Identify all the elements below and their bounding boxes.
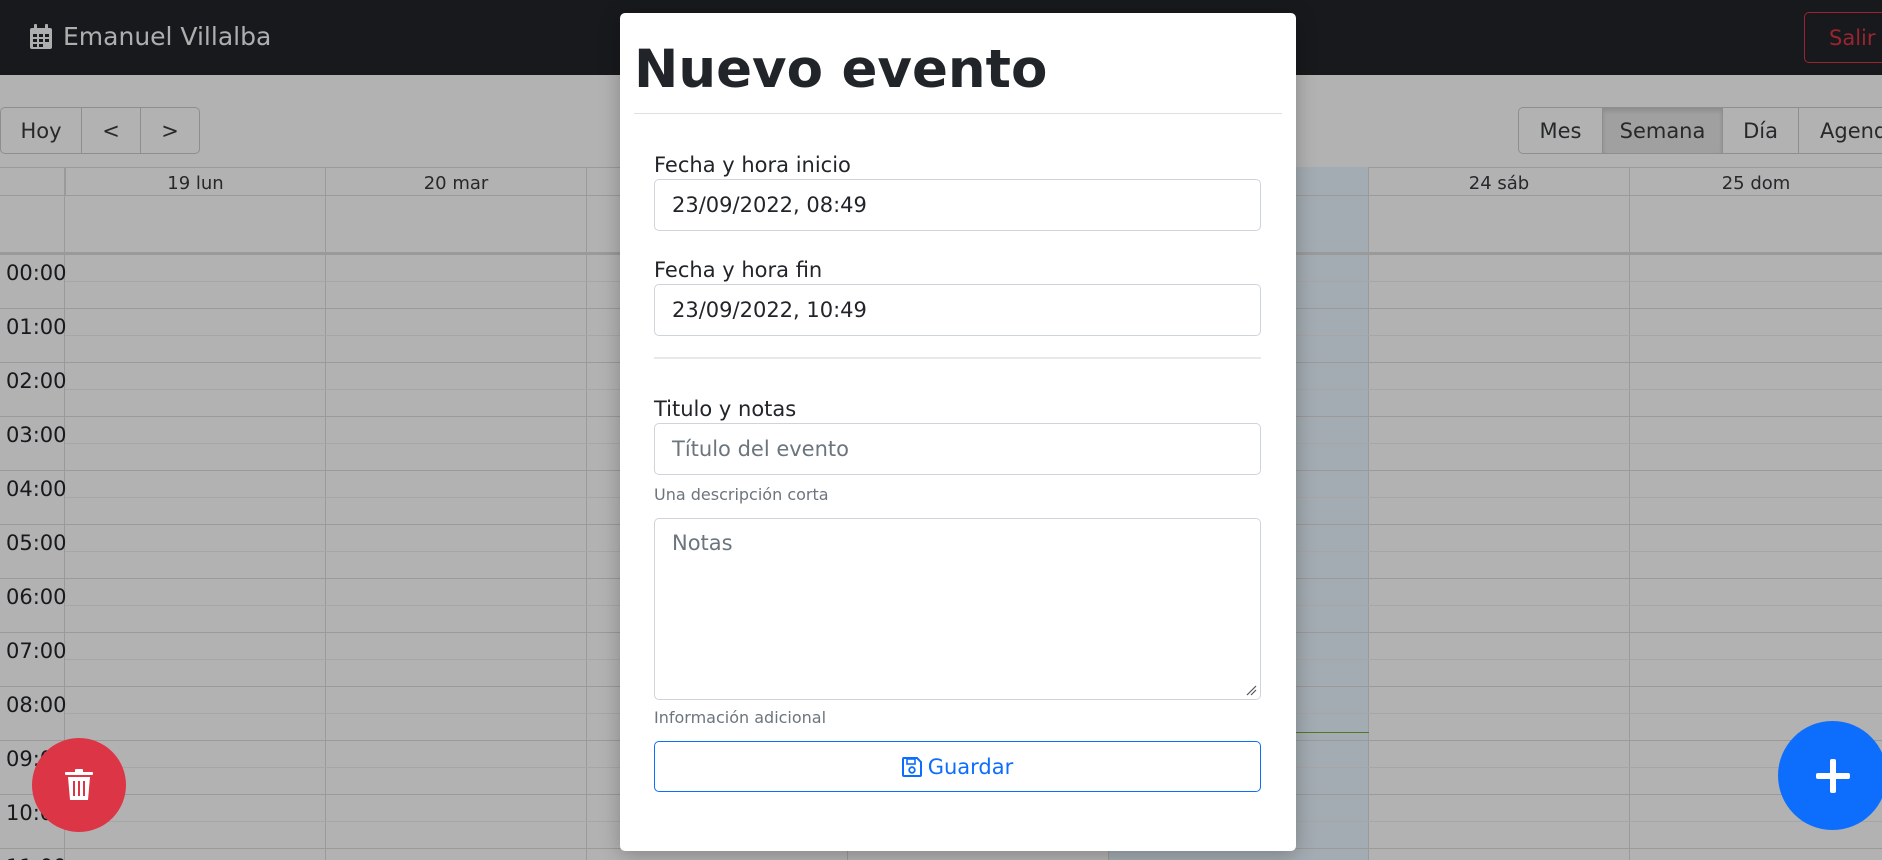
end-date-input[interactable]: 23/09/2022, 10:49 (654, 284, 1261, 336)
end-date-label: Fecha y hora fin (654, 258, 823, 282)
notes-textarea[interactable]: Notas (654, 518, 1261, 700)
form-divider (654, 357, 1261, 359)
new-event-modal: Nuevo evento Fecha y hora inicio 23/09/2… (620, 13, 1296, 851)
add-event-button[interactable] (1778, 721, 1882, 830)
event-title-input[interactable]: Título del evento (654, 423, 1261, 475)
notes-placeholder: Notas (672, 531, 733, 555)
notes-help-text: Información adicional (654, 708, 827, 727)
resize-grip-icon[interactable] (1245, 684, 1257, 696)
start-date-label: Fecha y hora inicio (654, 153, 851, 177)
title-notes-label: Titulo y notas (654, 397, 797, 421)
trash-icon (65, 769, 93, 800)
title-help-text: Una descripción corta (654, 485, 829, 504)
save-icon (901, 756, 922, 777)
save-label: Guardar (927, 754, 1014, 779)
modal-title: Nuevo evento (634, 39, 1048, 100)
modal-divider (634, 113, 1282, 114)
plus-icon (1815, 758, 1850, 793)
delete-event-button[interactable] (32, 738, 126, 832)
start-date-input[interactable]: 23/09/2022, 08:49 (654, 179, 1261, 231)
save-button[interactable]: Guardar (654, 741, 1261, 792)
